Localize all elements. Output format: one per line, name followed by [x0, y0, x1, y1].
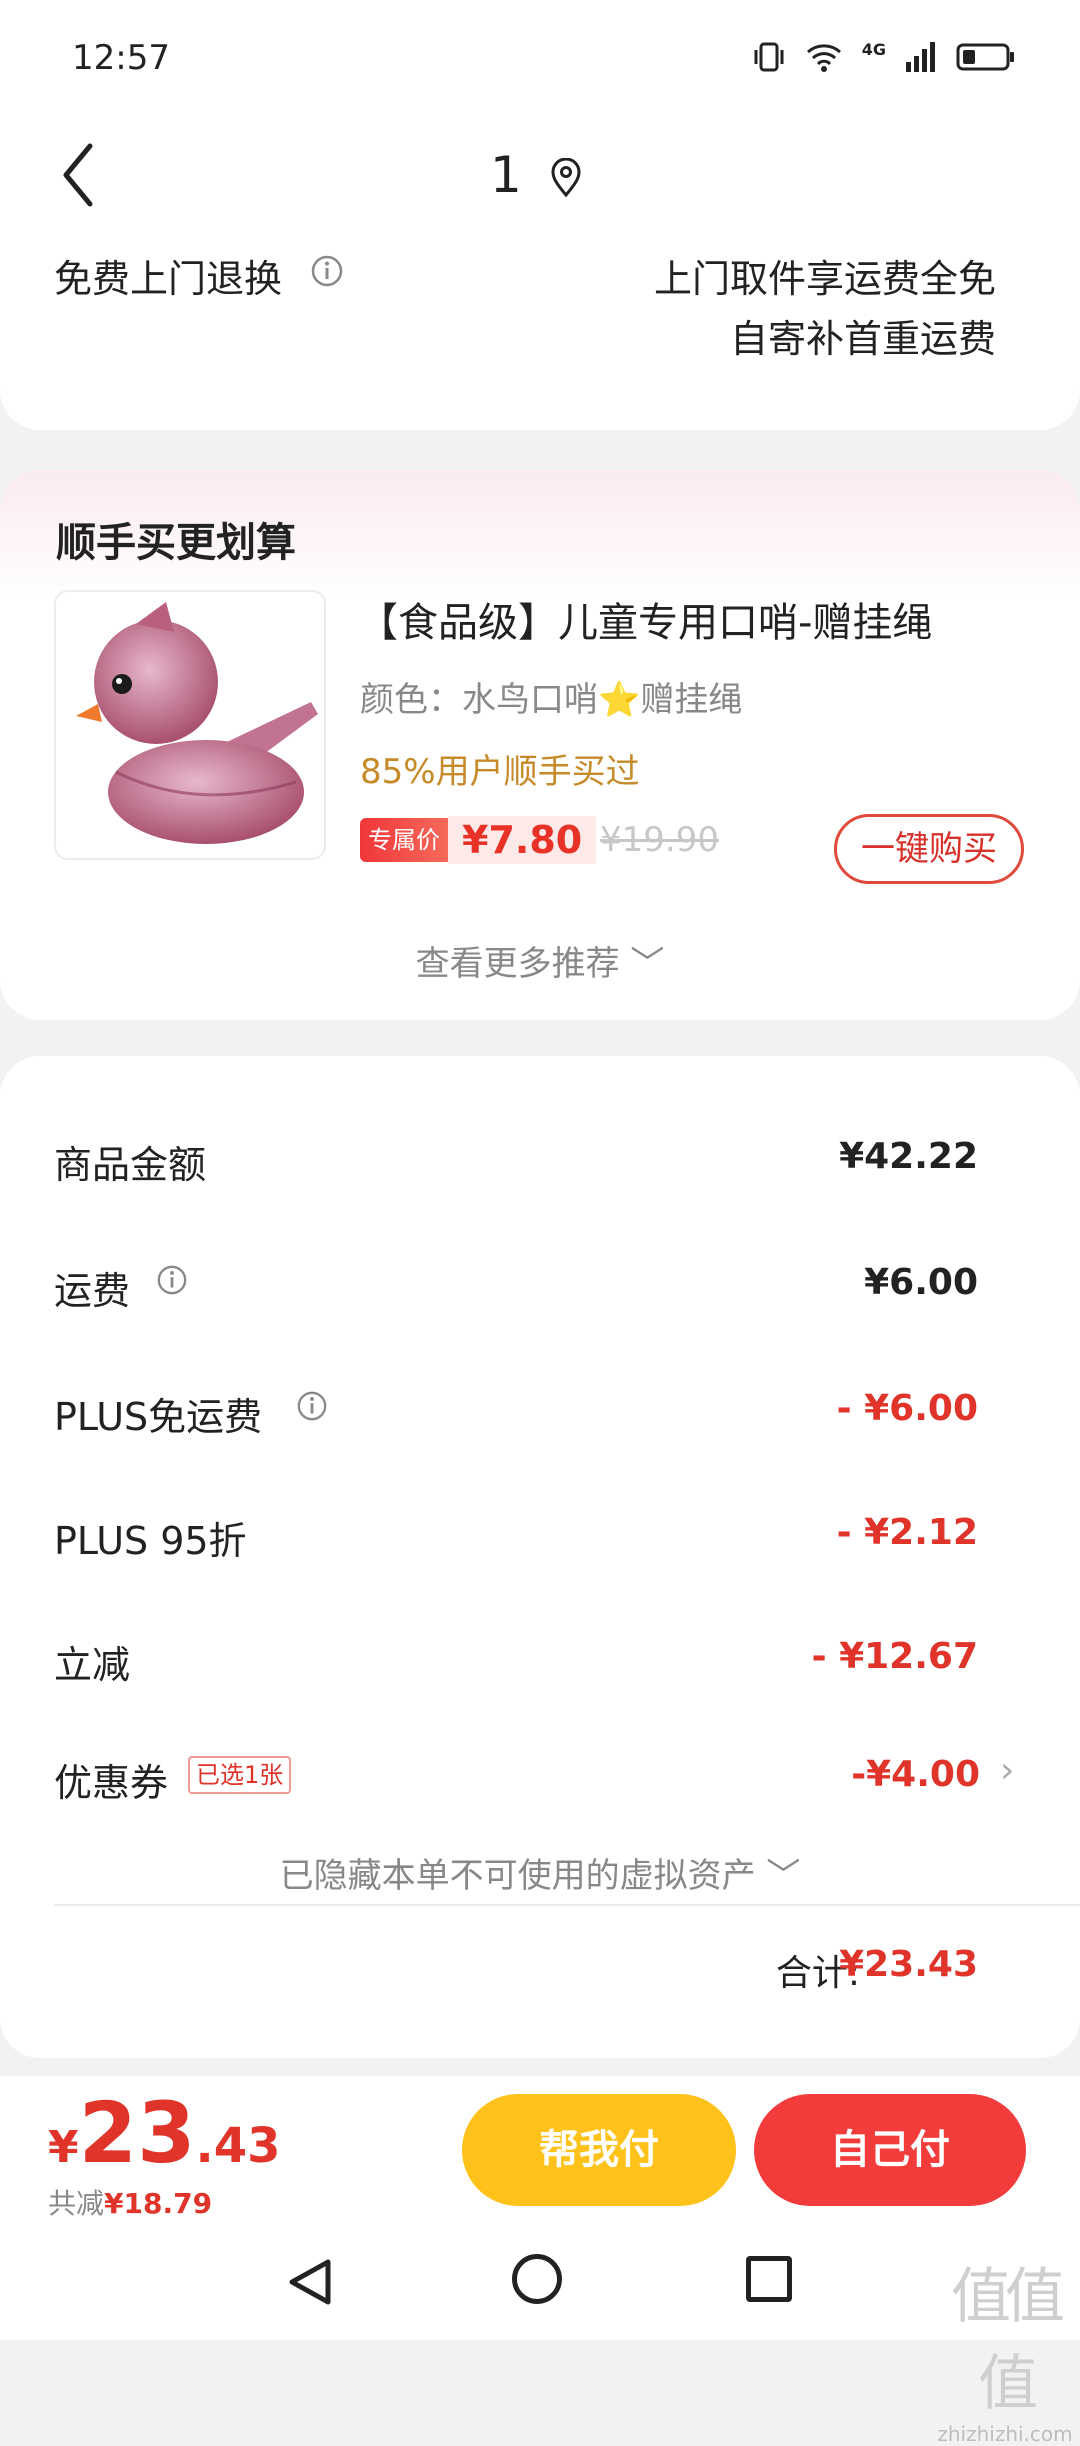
payable-amount: ¥ 23 .43 [48, 2084, 281, 2182]
payable-decimal: .43 [195, 2118, 281, 2174]
goods-amount-value: ¥42.22 [839, 1136, 978, 1177]
status-icons: 4G [752, 40, 1016, 74]
plus-free-shipping-label: PLUS免运费 [54, 1395, 263, 1439]
location-pin-icon[interactable] [548, 157, 584, 198]
plus-discount-value: - ¥2.12 [836, 1512, 978, 1553]
exclusive-price-label: 专属价 [360, 818, 448, 862]
goods-amount-label: 商品金额 [54, 1143, 207, 1187]
payable-integer: 23 [78, 2084, 196, 2182]
original-price: ¥19.90 [600, 820, 719, 860]
instant-discount-value: - ¥12.67 [811, 1636, 978, 1677]
return-policy-line2: 自寄补首重运费 [729, 317, 996, 361]
pay-myself-button[interactable]: 自己付 [754, 2094, 1026, 2206]
status-time: 12:57 [72, 38, 170, 78]
watermark-mark: 值值值 [951, 2262, 1065, 2419]
return-policy-line1: 上门取件享运费全免 [653, 257, 996, 301]
plus-discount-label: PLUS 95折 [54, 1519, 247, 1563]
exclusive-price-value: ¥7.80 [448, 816, 597, 864]
chevron-right-icon[interactable]: › [1000, 1750, 1014, 1791]
signal-icon [906, 42, 935, 72]
one-click-buy-button[interactable]: 一键购买 [834, 814, 1024, 884]
info-icon[interactable] [296, 1390, 328, 1422]
vibrate-icon [754, 42, 784, 72]
page-title: 1 [490, 146, 522, 204]
coupon-selected-badge[interactable]: 已选1张 [188, 1756, 292, 1794]
watermark: 值值值 zhizhizhi.com [930, 2248, 1080, 2446]
shipping-fee-label: 运费 [54, 1269, 131, 1313]
bird-whistle-image [76, 602, 318, 844]
product-variant: 颜色：水鸟口哨⭐赠挂绳 [360, 680, 743, 720]
more-recommendations-link[interactable]: 查看更多推荐 ﹀ [0, 936, 1080, 985]
instant-discount-label: 立减 [54, 1643, 131, 1687]
recommend-title: 顺手买更划算 [56, 520, 296, 566]
watermark-text: zhizhizhi.com [937, 2422, 1073, 2446]
return-policy-label: 免费上门退换 [54, 257, 283, 301]
nav-back-button[interactable] [284, 2256, 336, 2312]
coupon-value[interactable]: -¥4.00 [851, 1754, 980, 1795]
divider [54, 1904, 1080, 1906]
battery-icon [956, 43, 1014, 71]
help-me-pay-button[interactable]: 帮我付 [462, 2094, 736, 2206]
product-image[interactable] [54, 590, 326, 860]
coupon-label[interactable]: 优惠券 [54, 1752, 168, 1807]
total-saved-value: ¥18.79 [104, 2187, 213, 2220]
network-label: 4G [861, 40, 886, 59]
total-saved-label: 共减 [48, 2187, 105, 2220]
total-value: ¥23.43 [839, 1944, 978, 1985]
product-name[interactable]: 【食品级】儿童专用口哨-赠挂绳 [358, 590, 932, 648]
back-button[interactable] [54, 140, 104, 210]
hidden-assets-toggle[interactable]: 已隐藏本单不可使用的虚拟资产 ﹀ [0, 1848, 1080, 1897]
social-proof-text: 85%用户顺手买过 [360, 752, 640, 792]
chevron-left-icon [63, 143, 93, 207]
nav-back-icon [289, 2259, 331, 2305]
nav-home-button[interactable] [512, 2254, 562, 2304]
info-icon[interactable] [156, 1264, 188, 1296]
plus-free-shipping-value: - ¥6.00 [836, 1388, 978, 1429]
exclusive-price-tag: 专属价 ¥7.80 [360, 816, 597, 864]
nav-recents-button[interactable] [746, 2256, 792, 2302]
wifi-icon [806, 44, 841, 72]
total-saved: 共减¥18.79 [48, 2182, 212, 2222]
payable-currency: ¥ [48, 2122, 79, 2173]
info-icon[interactable] [310, 254, 344, 288]
shipping-fee-value: ¥6.00 [864, 1262, 978, 1303]
